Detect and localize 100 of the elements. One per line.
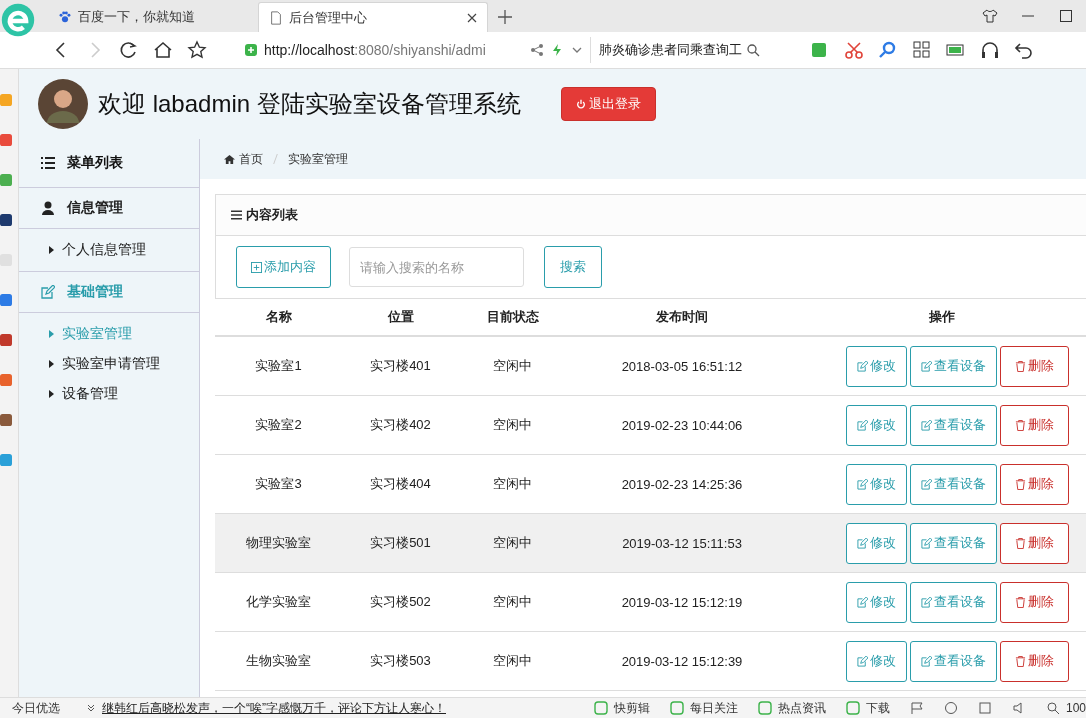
view-devices-button[interactable]: 查看设备 [910, 463, 997, 505]
delete-button[interactable]: 删除 [1000, 345, 1069, 387]
shield-icon [244, 43, 258, 57]
tab-title: 后台管理中心 [289, 8, 368, 27]
edit-icon [857, 596, 868, 608]
status-item[interactable]: 下载 [865, 699, 890, 717]
breadcrumb-link[interactable]: 首页 [224, 150, 263, 168]
plus-icon [251, 261, 262, 273]
close-icon[interactable] [467, 12, 477, 23]
new-tab-icon[interactable] [498, 10, 512, 24]
apps-icon[interactable] [912, 40, 932, 60]
delete-button[interactable]: 删除 [1000, 463, 1069, 505]
search-button[interactable]: 搜索 [544, 246, 602, 288]
menu-item[interactable]: 实验室申请管理 [19, 349, 199, 379]
edit-button[interactable]: 修改 [846, 581, 907, 623]
zoom-icon[interactable] [1045, 701, 1060, 715]
status-text[interactable]: 今日优选 [12, 699, 60, 717]
table-cell: 2019-02-23 14:25:36 [621, 476, 743, 492]
delete-button[interactable]: 删除 [1000, 640, 1069, 682]
table-cell: 实验室1 [255, 358, 302, 373]
add-button[interactable]: 添加内容 [236, 246, 331, 288]
flag-icon[interactable] [909, 701, 924, 715]
magnifier-icon[interactable] [878, 40, 898, 60]
table-cell: 空闲中 [493, 476, 532, 491]
table-cell: 空闲中 [493, 358, 532, 373]
edit-button[interactable]: 修改 [846, 345, 907, 387]
column-header: 目前状态 [486, 309, 539, 324]
zoom-level[interactable]: 100 [1065, 701, 1086, 715]
page-icon [269, 10, 283, 25]
table-cell: 空闲中 [493, 653, 532, 668]
sidebar-app-icon[interactable] [0, 413, 12, 427]
edit-icon [857, 478, 868, 490]
delete-button[interactable]: 删除 [1000, 404, 1069, 446]
browser-tab[interactable]: 后台管理中心 [258, 2, 488, 32]
share-icon[interactable] [530, 43, 544, 57]
status-icon[interactable] [757, 701, 772, 715]
view-devices-button[interactable]: 查看设备 [910, 640, 997, 682]
edit-button[interactable]: 修改 [846, 404, 907, 446]
status-icon[interactable] [845, 701, 860, 715]
edit-button[interactable]: 修改 [846, 522, 907, 564]
status-icon[interactable] [593, 701, 608, 715]
edit-icon [857, 537, 868, 549]
table-cell: 2019-03-12 15:11:53 [622, 535, 742, 551]
table-cell: 实习楼501 [370, 535, 431, 550]
edit-button[interactable]: 修改 [846, 640, 907, 682]
trash-icon [1015, 360, 1026, 372]
edit-icon [921, 537, 932, 549]
edit-icon [921, 655, 932, 667]
menu-item[interactable]: 个人信息管理 [19, 235, 199, 265]
edit-icon [921, 478, 932, 490]
delete-button[interactable]: 删除 [1000, 581, 1069, 623]
sidebar-app-icon[interactable] [0, 333, 12, 347]
status-item[interactable]: 快剪辑 [613, 699, 650, 717]
edit-button[interactable]: 修改 [846, 463, 907, 505]
view-devices-button[interactable]: 查看设备 [910, 404, 997, 446]
column-header: 发布时间 [656, 309, 708, 324]
reload-icon[interactable] [119, 40, 139, 60]
browser-tab[interactable]: 百度一下，你就知道 [48, 2, 258, 32]
caret-icon [49, 330, 54, 338]
undo-icon[interactable] [1014, 40, 1034, 60]
view-devices-button[interactable]: 查看设备 [910, 522, 997, 564]
search-icon[interactable] [746, 43, 760, 57]
view-devices-button[interactable]: 查看设备 [910, 581, 997, 623]
maximize-icon[interactable] [1058, 8, 1074, 24]
address-field[interactable]: http://localhost:8080/shiyanshi/admi [244, 37, 591, 63]
table-cell: 物理实验室 [246, 535, 311, 550]
view-devices-button[interactable]: 查看设备 [910, 345, 997, 387]
table-cell: 实习楼404 [370, 476, 431, 491]
table-cell: 2019-03-12 15:12:39 [621, 653, 743, 669]
logout-button[interactable]: 退出登录 [560, 87, 656, 121]
avatar [38, 79, 88, 129]
user-icon [41, 201, 55, 215]
menu-item[interactable]: 设备管理 [19, 379, 199, 409]
star-icon[interactable] [187, 40, 207, 60]
chevron-down-icon[interactable] [86, 703, 96, 713]
status-item[interactable]: 热点资讯 [777, 699, 826, 717]
lightning-icon[interactable] [550, 43, 564, 57]
status-icon[interactable] [669, 701, 684, 715]
edit-icon [921, 419, 932, 431]
menu-item[interactable]: 实验室管理 [19, 319, 199, 349]
table-cell: 空闲中 [493, 594, 532, 609]
search-field[interactable]: 请输入搜索的名称 [349, 247, 524, 287]
sidebar-app-icon[interactable] [0, 213, 12, 227]
home-icon[interactable] [153, 40, 173, 60]
menu-group[interactable]: 基础管理 [19, 272, 199, 313]
browser-search-field[interactable]: 肺炎确诊患者同乘查询工 [599, 41, 799, 59]
window-icon[interactable] [977, 701, 992, 715]
menu-title: 菜单列表 [67, 154, 123, 172]
scissors-icon[interactable] [844, 40, 864, 60]
headphones-icon[interactable] [980, 40, 1000, 60]
breadcrumb-link[interactable]: 实验室管理 [288, 150, 348, 168]
shirt-icon[interactable] [982, 8, 998, 24]
news-link[interactable]: 继韩红后高晓松发声，一个“唉”字感慨万千，评论下方让人寒心！ [102, 699, 446, 717]
menu-group[interactable]: 信息管理 [19, 188, 199, 229]
browser-logo[interactable] [0, 2, 36, 38]
delete-button[interactable]: 删除 [1000, 522, 1069, 564]
status-item[interactable]: 每日关注 [689, 699, 738, 717]
welcome-title: 欢迎 labadmin 登陆实验室设备管理系统 [98, 89, 521, 119]
home-icon [224, 153, 235, 165]
caret-icon [49, 360, 54, 368]
